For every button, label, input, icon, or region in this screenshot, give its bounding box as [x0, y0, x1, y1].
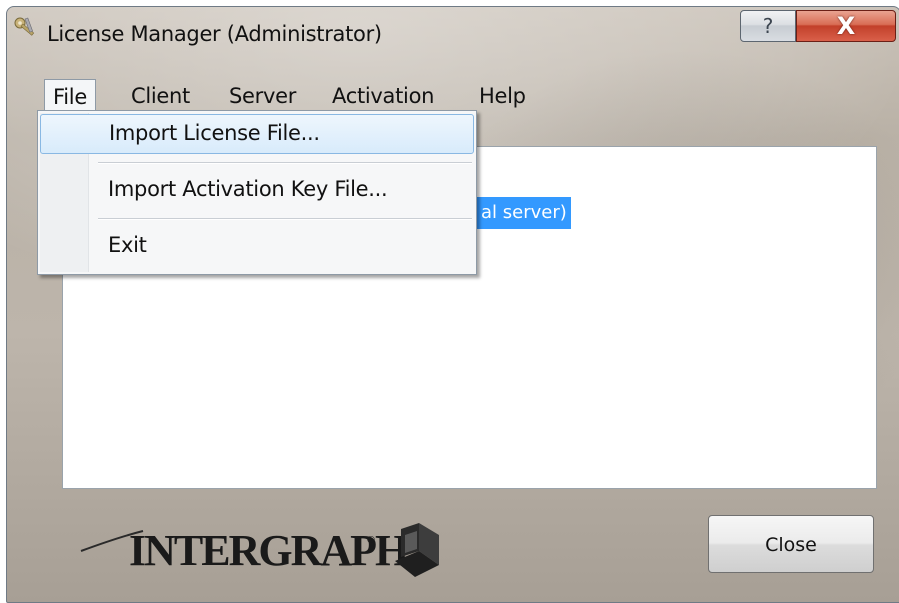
title-bar[interactable]: License Manager (Administrator) ? X	[7, 7, 899, 47]
menu-help[interactable]: Help	[471, 79, 534, 113]
close-button[interactable]: Close	[708, 515, 874, 573]
menu-file[interactable]: File	[44, 79, 96, 113]
help-button[interactable]: ?	[740, 10, 796, 42]
menu-import-license-file[interactable]: Import License File...	[40, 114, 474, 154]
menu-activation[interactable]: Activation	[324, 79, 442, 113]
menu-exit[interactable]: Exit	[40, 227, 474, 267]
menu-server[interactable]: Server	[221, 79, 304, 113]
menu-item-label: Exit	[108, 233, 147, 257]
help-icon: ?	[762, 14, 774, 38]
menu-item-label: Import Activation Key File...	[108, 177, 388, 201]
intergraph-logo: INTERGRAPH ®	[80, 523, 439, 577]
license-manager-window: License Manager (Administrator) ? X File…	[6, 6, 899, 603]
menu-import-activation-key-file[interactable]: Import Activation Key File...	[40, 171, 474, 211]
logo-trademark: ®	[366, 535, 376, 546]
close-icon: X	[836, 12, 856, 40]
menu-item-label: Import License File...	[109, 121, 320, 145]
logo-wordmark: INTERGRAPH	[129, 526, 409, 575]
menu-separator	[98, 162, 472, 164]
window-title: License Manager (Administrator)	[47, 22, 382, 46]
menu-client[interactable]: Client	[123, 79, 198, 113]
file-dropdown-menu: Import License File... Import Activation…	[37, 110, 477, 275]
keys-icon	[14, 17, 35, 36]
window-close-button[interactable]: X	[796, 10, 896, 42]
selected-server-item[interactable]: al server)	[475, 197, 571, 229]
menu-separator	[98, 218, 472, 220]
close-button-label: Close	[765, 534, 817, 556]
